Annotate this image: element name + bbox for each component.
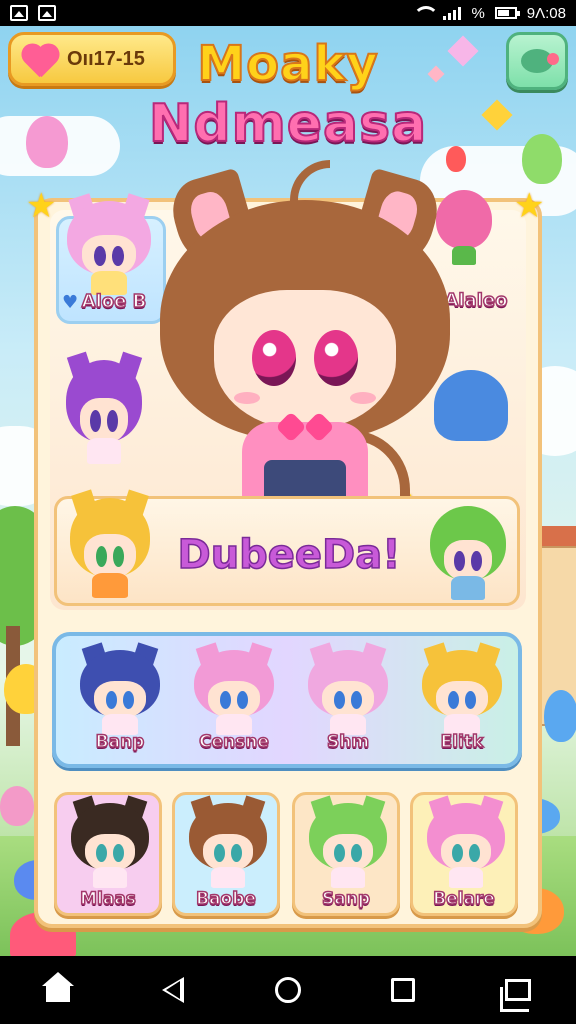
home-icon bbox=[41, 972, 74, 1002]
character-card-row2[interactable]: Censne bbox=[186, 640, 282, 762]
character-sprite bbox=[80, 642, 160, 736]
recent-apps-button[interactable] bbox=[498, 970, 538, 1012]
character-card-row3[interactable]: Belare bbox=[410, 792, 518, 916]
heart-outline-icon: ♥ bbox=[62, 292, 79, 313]
star-icon: ★ bbox=[514, 186, 545, 226]
square-icon bbox=[391, 978, 416, 1002]
signal-icon bbox=[443, 6, 462, 20]
back-button[interactable] bbox=[153, 970, 193, 1010]
character-name: Elitk bbox=[440, 731, 484, 753]
home-button[interactable] bbox=[38, 970, 78, 1010]
character-sprite bbox=[422, 642, 502, 736]
status-percent: % bbox=[471, 4, 485, 22]
clock: 9Λ:08 bbox=[526, 4, 566, 22]
character-sprite bbox=[308, 642, 388, 736]
character-sprite bbox=[71, 795, 149, 889]
overview-button[interactable] bbox=[383, 970, 423, 1010]
featured-character[interactable] bbox=[160, 160, 450, 520]
back-icon bbox=[161, 977, 184, 1003]
character-card-row2[interactable]: Shm bbox=[300, 640, 396, 762]
status-bar: % 9Λ:08 bbox=[0, 0, 576, 26]
game-title-line2: Ndmeasa bbox=[148, 93, 428, 155]
image-notification-icon bbox=[10, 5, 28, 21]
star-icon: ★ bbox=[26, 186, 57, 226]
character-sprite bbox=[67, 192, 151, 295]
character-name: Sanp bbox=[321, 888, 371, 910]
featured-label: DubeeDa! bbox=[177, 531, 402, 579]
gallery-notification-icon bbox=[38, 5, 56, 21]
circle-icon bbox=[274, 977, 301, 1003]
battery-icon bbox=[494, 7, 520, 19]
character-sprite bbox=[194, 642, 274, 736]
balloon-icon bbox=[544, 690, 576, 742]
character-name: Baobe bbox=[195, 888, 256, 910]
character-name: Shm bbox=[326, 731, 370, 753]
character-name: Banp bbox=[95, 731, 145, 753]
character-name: Mlaas bbox=[79, 888, 136, 910]
character-card-row2[interactable]: Elitk bbox=[414, 640, 510, 762]
balloon-icon bbox=[0, 786, 34, 826]
wifi-icon bbox=[413, 6, 440, 20]
recent-apps-icon bbox=[500, 979, 532, 1012]
character-sprite-purple[interactable] bbox=[66, 351, 142, 464]
character-name: Belare bbox=[432, 888, 495, 910]
navigation-bar bbox=[0, 956, 576, 1024]
home-circle-button[interactable] bbox=[268, 970, 308, 1010]
eye bbox=[314, 330, 358, 386]
character-card-row3[interactable]: Mlaas bbox=[54, 792, 162, 916]
character-card-row3[interactable]: Baobe bbox=[172, 792, 280, 916]
character-sprite bbox=[189, 795, 267, 889]
character-card-row3[interactable]: Sanp bbox=[292, 792, 400, 916]
character-sprite bbox=[427, 795, 505, 889]
character-sprite bbox=[309, 795, 387, 889]
game-title-line1: Moaky bbox=[196, 35, 379, 93]
character-card-row2[interactable]: Banp bbox=[72, 640, 168, 762]
bow-icon bbox=[280, 416, 330, 440]
character-name: Censne bbox=[198, 731, 269, 753]
eye bbox=[252, 330, 296, 386]
